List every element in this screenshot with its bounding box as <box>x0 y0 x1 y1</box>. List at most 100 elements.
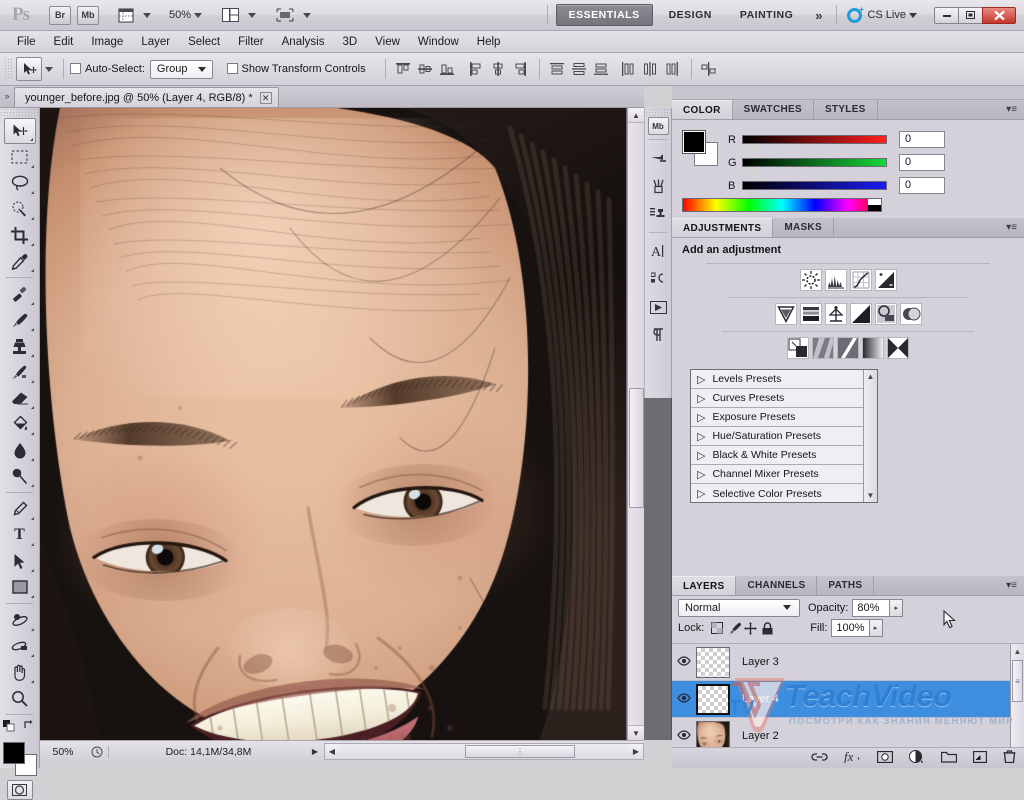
arrange-documents-icon[interactable] <box>219 6 242 25</box>
menu-view[interactable]: View <box>366 34 409 50</box>
menu-help[interactable]: Help <box>468 34 510 50</box>
menu-3d[interactable]: 3D <box>333 34 366 50</box>
tool-crop[interactable] <box>4 222 36 248</box>
tabbar-expand-icon[interactable]: » <box>0 85 14 107</box>
auto-select-chevron-icon[interactable] <box>197 66 206 72</box>
blend-mode-dropdown[interactable]: Normal <box>678 598 800 617</box>
opacity-stepper[interactable]: ▸ <box>890 598 904 617</box>
preset-expand-arrow-icon[interactable]: ▷ <box>697 411 705 424</box>
lock-position-button[interactable] <box>742 620 759 636</box>
align-horizontal-centers-button[interactable] <box>488 59 508 80</box>
arrange-chevron-icon[interactable] <box>248 12 257 18</box>
invert-button[interactable] <box>787 337 809 359</box>
distribute-bottom-edges-button[interactable] <box>591 59 611 80</box>
preset-row[interactable]: ▷ Black & White Presets <box>691 446 877 465</box>
quick-mask-toggle[interactable] <box>6 780 33 800</box>
screen-mode-chevron-icon[interactable] <box>303 12 312 18</box>
hue-saturation-button[interactable] <box>799 303 822 325</box>
channel-b-value[interactable]: 0 <box>899 177 945 194</box>
panel-column-grip[interactable] <box>672 86 1024 100</box>
channel-r-slider[interactable] <box>742 135 887 151</box>
color-foreground-swatch[interactable] <box>682 130 706 154</box>
layer-name[interactable]: Layer 4 <box>742 693 779 705</box>
tab-adjustments[interactable]: ADJUSTMENTS <box>672 218 774 237</box>
minimize-button[interactable] <box>934 6 959 24</box>
dock-mini-bridge-icon[interactable]: Mb <box>647 117 669 135</box>
table-row[interactable]: Layer 3 <box>672 644 1024 681</box>
new-fill-adjustment-layer-button[interactable] <box>909 750 925 766</box>
view-extras-chevron-icon[interactable] <box>143 12 151 18</box>
gradient-map-button[interactable] <box>862 337 884 359</box>
align-bottom-edges-button[interactable] <box>437 59 457 80</box>
tool-rectangular-marquee[interactable] <box>4 144 36 170</box>
scroll-right-arrow-icon[interactable]: ▶ <box>629 744 643 759</box>
launch-mini-bridge-button[interactable]: Mb <box>77 5 99 25</box>
vertical-scroll-thumb[interactable] <box>629 388 644 508</box>
screen-mode-group2[interactable] <box>270 6 315 25</box>
workspace-design[interactable]: DESIGN <box>657 5 724 25</box>
channel-mixer-button[interactable] <box>899 303 922 325</box>
swap-colors-icon[interactable] <box>23 719 35 731</box>
view-extras-group[interactable] <box>112 6 155 25</box>
cs-live-button[interactable]: CS Live <box>843 7 925 23</box>
distribute-horizontal-centers-button[interactable] <box>640 59 660 80</box>
channel-r-thumb[interactable] <box>747 145 757 151</box>
layer-thumbnail[interactable] <box>696 683 730 715</box>
preset-expand-arrow-icon[interactable]: ▷ <box>697 487 705 500</box>
table-row[interactable]: Layer 4 <box>672 681 1024 718</box>
show-transform-checkbox-row[interactable]: Show Transform Controls <box>226 63 366 75</box>
dock-character-icon[interactable]: A <box>646 237 670 265</box>
canvas-horizontal-scrollbar[interactable]: ◀ ⋮ ▶ <box>324 743 644 760</box>
tool-eraser[interactable] <box>4 385 36 411</box>
default-colors-icon[interactable] <box>3 720 15 732</box>
maximize-button[interactable] <box>958 6 983 24</box>
dock-grip[interactable] <box>645 108 671 117</box>
tool-3d-camera-rotate[interactable] <box>4 633 36 659</box>
tool-pen[interactable] <box>4 496 36 522</box>
preset-row[interactable]: ▷ Selective Color Presets <box>691 484 877 502</box>
channel-g-slider[interactable] <box>742 158 887 174</box>
dock-paragraph-styles-icon[interactable] <box>646 265 670 293</box>
vibrance-button[interactable] <box>774 303 797 325</box>
preset-expand-arrow-icon[interactable]: ▷ <box>697 373 705 386</box>
curves-button[interactable] <box>849 269 872 291</box>
scroll-up-arrow-icon[interactable]: ▲ <box>628 108 644 123</box>
auto-select-scope-dropdown[interactable]: Group <box>149 59 213 79</box>
layers-panel-menu-icon[interactable]: ▾≡ <box>999 576 1024 595</box>
menu-layer[interactable]: Layer <box>132 34 179 50</box>
document-canvas-area[interactable]: ▲ ▼ <box>40 108 644 740</box>
tab-channels[interactable]: CHANNELS <box>736 576 818 595</box>
opacity-value[interactable]: 80% <box>852 598 891 617</box>
preset-expand-arrow-icon[interactable]: ▷ <box>697 392 705 405</box>
channel-g-value[interactable]: 0 <box>899 154 945 171</box>
tool-3d-object-rotate[interactable] <box>4 607 36 633</box>
layer-name[interactable]: Layer 3 <box>742 656 779 668</box>
dock-animation-icon[interactable] <box>646 293 670 321</box>
canvas-vertical-scrollbar[interactable]: ▲ ▼ <box>627 108 644 740</box>
menu-edit[interactable]: Edit <box>45 34 83 50</box>
options-bar-grip[interactable] <box>4 58 12 80</box>
channel-g-thumb[interactable] <box>747 168 757 174</box>
adjustment-presets-list[interactable]: ▷ Levels Presets ▷ Curves Presets ▷ Expo… <box>690 369 878 503</box>
distribute-vertical-centers-button[interactable] <box>569 59 589 80</box>
lock-all-button[interactable] <box>759 620 776 636</box>
black-white-button[interactable] <box>849 303 872 325</box>
tool-spot-healing-brush[interactable] <box>4 281 36 307</box>
distribute-top-edges-button[interactable] <box>547 59 567 80</box>
threshold-button[interactable] <box>837 337 859 359</box>
workspace-essentials[interactable]: ESSENTIALS <box>555 4 653 26</box>
photo-filter-button[interactable] <box>874 303 897 325</box>
tool-blur[interactable] <box>4 437 36 463</box>
menu-filter[interactable]: Filter <box>229 34 273 50</box>
link-layers-button[interactable] <box>811 751 828 765</box>
color-balance-button[interactable] <box>824 303 847 325</box>
delete-layer-button[interactable] <box>1003 750 1016 766</box>
launch-bridge-button[interactable]: Br <box>49 5 71 25</box>
show-transform-checkbox[interactable] <box>226 63 238 74</box>
layer-name[interactable]: Layer 2 <box>742 730 779 742</box>
dock-clone-source-icon[interactable] <box>646 200 670 228</box>
menu-image[interactable]: Image <box>82 34 132 50</box>
tool-gradient[interactable] <box>4 411 36 437</box>
levels-button[interactable] <box>824 269 847 291</box>
tab-swatches[interactable]: SWATCHES <box>733 100 814 119</box>
